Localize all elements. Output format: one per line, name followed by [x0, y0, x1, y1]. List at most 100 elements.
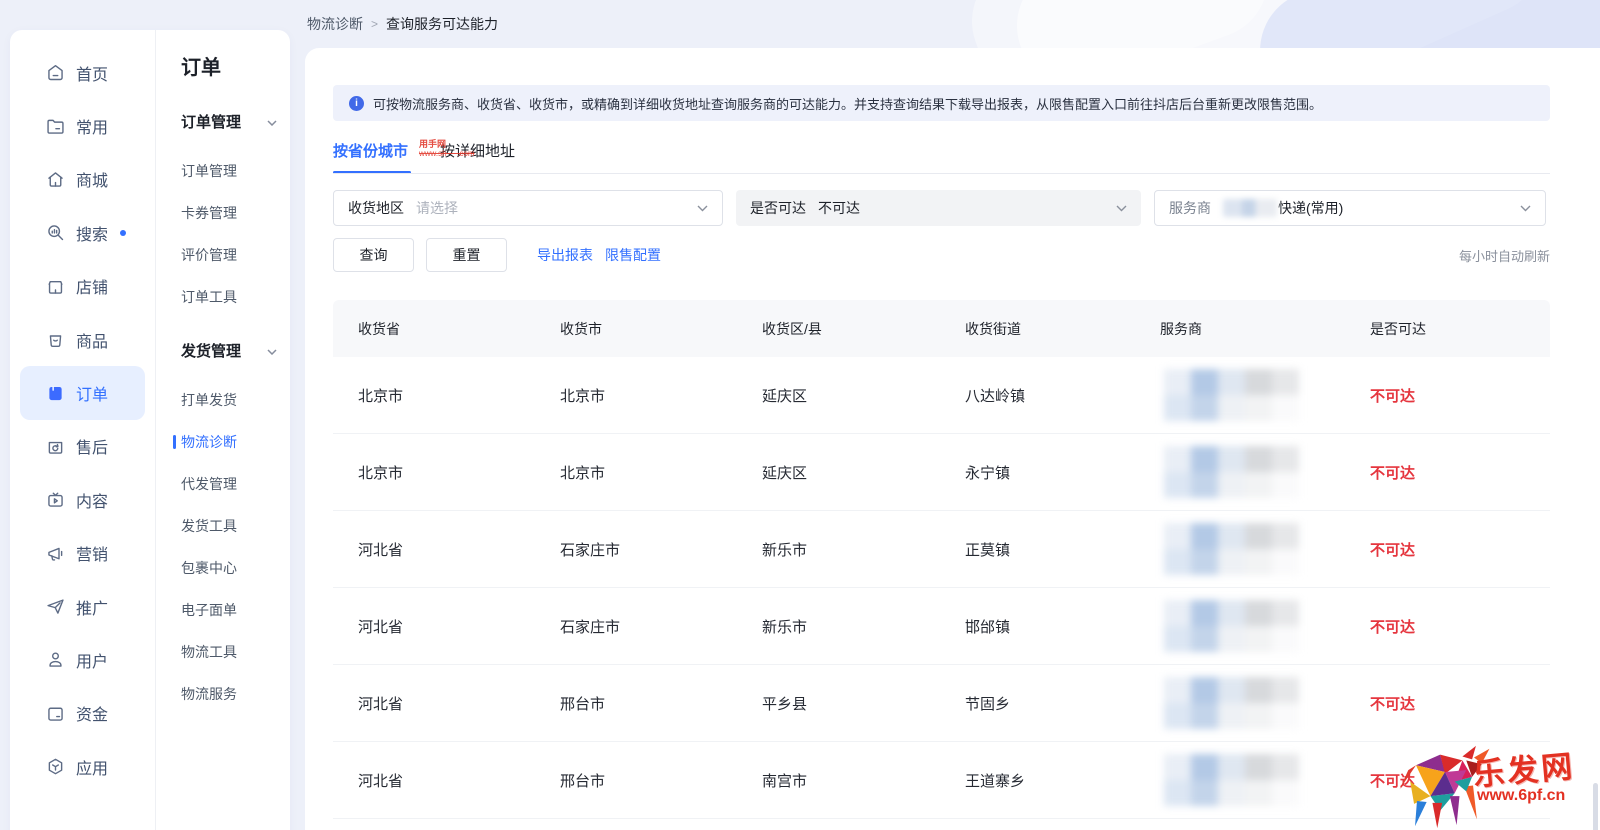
sidebar-panel: 首页 常用 商城 搜索 店铺 商品 订单 售后 内容 营销 推广 用户 资金 应… [10, 30, 290, 830]
content-icon [48, 492, 63, 508]
cell-reachable-status: 不可达 [1370, 618, 1416, 636]
reset-button[interactable]: 重置 [426, 238, 507, 272]
sidebar-item-mall[interactable]: 商城 [20, 153, 145, 206]
promotion-icon [47, 599, 64, 614]
tab-bar: 按省份城市 按详细地址 用手网 www.sh····.com [333, 140, 1550, 174]
cell-province: 北京市 [358, 387, 404, 405]
export-report-link[interactable]: 导出报表 [537, 245, 593, 265]
reachable-select[interactable]: 是否可达 不可达 [736, 190, 1141, 226]
region-select-placeholder: 请选择 [416, 200, 458, 216]
col-header-service-provider: 服务商 [1160, 320, 1202, 337]
breadcrumb-current: 查询服务可达能力 [386, 16, 499, 32]
cell-district: 南宫市 [762, 772, 808, 790]
shop-icon [48, 280, 63, 294]
submenu-item-package-center[interactable]: 包裹中心 [181, 547, 290, 589]
cell-province: 河北省 [358, 772, 404, 790]
reachable-select-value: 不可达 [818, 200, 860, 216]
chevron-down-icon [1520, 205, 1531, 212]
cell-district: 新乐市 [762, 618, 808, 636]
cell-reachable-status: 不可达 [1370, 464, 1416, 482]
sidebar-item-content[interactable]: 内容 [20, 473, 145, 526]
courier-logo-censored [1164, 677, 1299, 729]
chevron-down-icon [267, 120, 277, 126]
small-watermark-line2: www.sh····.com [419, 149, 475, 158]
goods-icon [49, 335, 62, 348]
sidebar-item-label: 用户 [76, 653, 109, 671]
info-banner: i 可按物流服务商、收货省、收货市，或精确到详细收货地址查询服务商的可达能力。并… [333, 85, 1550, 121]
scrollbar-thumb[interactable] [1593, 783, 1598, 830]
sidebar-item-label: 营销 [76, 547, 109, 565]
tab-by-province-city[interactable]: 按省份城市 [333, 141, 408, 174]
table-row: 北京市 北京市 延庆区 八达岭镇 不可达 [333, 357, 1550, 434]
home-icon [48, 65, 63, 81]
courier-logo-censored [1164, 523, 1299, 575]
cell-city: 石家庄市 [560, 541, 621, 559]
region-select-label: 收货地区 [348, 200, 404, 216]
sidebar-item-funds[interactable]: 资金 [20, 687, 145, 740]
sidebar-item-promotion[interactable]: 推广 [20, 580, 145, 633]
reachability-table: 收货省 收货市 收货区/县 收货街道 服务商 是否可达 北京市 北京市 延庆区 … [333, 300, 1550, 819]
cell-province: 河北省 [358, 695, 404, 713]
table-row: 河北省 邢台市 平乡县 节固乡 不可达 [333, 665, 1550, 742]
apps-icon [48, 758, 63, 775]
sidebar-item-marketing[interactable]: 营销 [20, 527, 145, 580]
submenu-item-logistics-diagnosis[interactable]: 物流诊断 [173, 421, 290, 463]
reachable-select-label: 是否可达 [750, 200, 806, 216]
cell-city: 北京市 [560, 464, 606, 482]
submenu-item-shipping-tools[interactable]: 发货工具 [181, 505, 290, 547]
sidebar-item-goods[interactable]: 商品 [20, 313, 145, 366]
restrict-config-link[interactable]: 限售配置 [605, 245, 661, 265]
submenu-group-order-management[interactable]: 订单管理 [181, 112, 286, 134]
sidebar-item-home[interactable]: 首页 [20, 46, 145, 99]
filter-row: 收货地区 请选择 是否可达 不可达 服务商 快递(常用) [333, 190, 1550, 226]
sidebar-item-shop[interactable]: 店铺 [20, 260, 145, 313]
aftersale-icon [48, 441, 63, 454]
submenu-item-dropship-management[interactable]: 代发管理 [181, 463, 290, 505]
primary-nav: 首页 常用 商城 搜索 店铺 商品 订单 售后 内容 营销 推广 用户 资金 应… [10, 30, 155, 830]
cell-city: 石家庄市 [560, 618, 621, 636]
banner-text: 可按物流服务商、收货省、收货市，或精确到详细收货地址查询服务商的可达能力。并支持… [373, 96, 1323, 112]
auto-refresh-note: 每小时自动刷新 [1458, 248, 1550, 264]
submenu-item-review-management[interactable]: 评价管理 [181, 234, 290, 276]
service-select-value: 快递(常用) [1278, 200, 1344, 216]
sidebar-item-apps[interactable]: 应用 [20, 740, 145, 793]
mall-icon [48, 172, 63, 187]
sidebar-item-label: 店铺 [76, 280, 109, 298]
submenu-item-coupon-management[interactable]: 卡券管理 [181, 192, 290, 234]
table-row: 河北省 石家庄市 新乐市 邯邰镇 不可达 [333, 588, 1550, 665]
region-select[interactable]: 收货地区 请选择 [333, 190, 723, 226]
cell-city: 邢台市 [560, 772, 606, 790]
chevron-down-icon [267, 349, 277, 355]
col-header-province: 收货省 [358, 320, 400, 337]
cell-street: 王道寨乡 [965, 772, 1026, 790]
secondary-nav: 订单 订单管理 订单管理 卡券管理 评价管理 订单工具 发货管理 打单发货 物流… [155, 30, 290, 830]
cell-street: 八达岭镇 [965, 387, 1026, 405]
col-header-city: 收货市 [560, 320, 602, 337]
submenu-item-print-ship[interactable]: 打单发货 [181, 379, 290, 421]
submenu-item-logistics-services[interactable]: 物流服务 [181, 673, 290, 715]
courier-logo-censored [1164, 600, 1299, 652]
submenu-item-logistics-tools[interactable]: 物流工具 [181, 631, 290, 673]
submenu-item-order-tools[interactable]: 订单工具 [181, 276, 290, 318]
sidebar-item-users[interactable]: 用户 [20, 633, 145, 686]
courier-logo-censored [1164, 369, 1299, 421]
cell-street: 正莫镇 [965, 541, 1011, 559]
table-row: 北京市 北京市 延庆区 永宁镇 不可达 [333, 434, 1550, 511]
sidebar-item-search[interactable]: 搜索 [20, 206, 145, 259]
table-header-row: 收货省 收货市 收货区/县 收货街道 服务商 是否可达 [333, 300, 1550, 357]
sidebar-item-aftersale[interactable]: 售后 [20, 420, 145, 473]
sidebar-item-label: 售后 [76, 440, 109, 458]
submenu-item-order-management[interactable]: 订单管理 [181, 150, 290, 192]
submenu-item-e-waybill[interactable]: 电子面单 [181, 589, 290, 631]
sidebar-item-orders[interactable]: 订单 [20, 366, 145, 420]
query-button[interactable]: 查询 [333, 238, 414, 272]
cell-street: 邯邰镇 [965, 618, 1011, 636]
user-icon [49, 652, 62, 668]
sidebar-item-label: 常用 [76, 120, 109, 138]
submenu-group-shipping-management[interactable]: 发货管理 [181, 341, 286, 363]
sidebar-item-frequent[interactable]: 常用 [20, 99, 145, 152]
sidebar-item-label: 应用 [76, 760, 109, 778]
breadcrumb-parent[interactable]: 物流诊断 [307, 14, 363, 34]
service-provider-select[interactable]: 服务商 快递(常用) [1154, 190, 1546, 226]
courier-logo-censored [1164, 754, 1299, 806]
